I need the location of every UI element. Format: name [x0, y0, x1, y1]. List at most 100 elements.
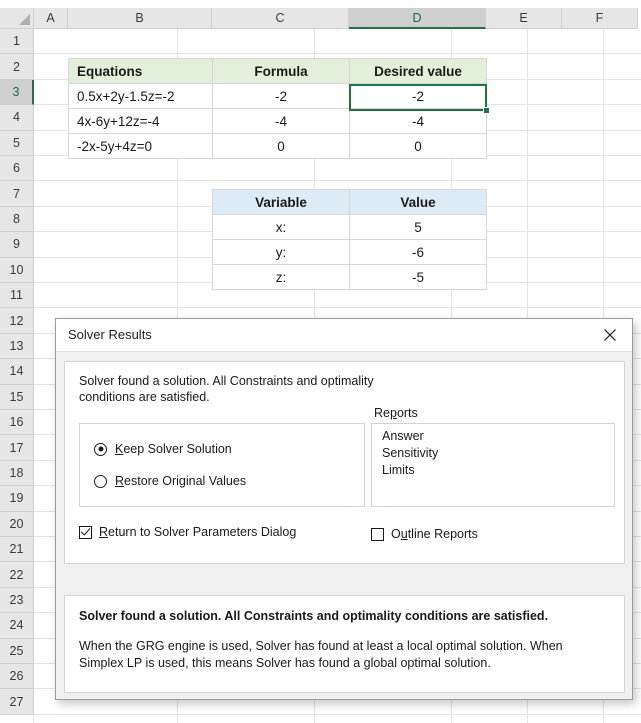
solver-results-dialog: Solver Results Solver found a solution. … — [55, 318, 633, 700]
row-header-27[interactable]: 27 — [0, 689, 34, 715]
radio-restore-original-values[interactable]: Restore Original Values — [94, 474, 246, 488]
variables-cell[interactable]: -5 — [349, 264, 487, 290]
report-list-item[interactable]: Sensitivity — [382, 445, 614, 462]
fill-handle[interactable] — [483, 107, 490, 114]
variables-table: Variable Value x: 5 y: -6 z: -5 — [212, 189, 487, 290]
equations-cell[interactable]: -4 — [349, 108, 487, 134]
row-header-20[interactable]: 20 — [0, 511, 34, 537]
column-header-a[interactable]: A — [34, 8, 68, 29]
equations-cell[interactable]: 0 — [212, 133, 350, 159]
equations-table: Equations Formula Desired value 0.5x+2y-1.5… — [68, 58, 487, 159]
column-header-e[interactable]: E — [486, 8, 562, 29]
table-header-row: Variable Value — [212, 189, 487, 215]
equations-header-cell[interactable]: Desired value — [349, 58, 487, 84]
equations-cell[interactable]: 0 — [349, 133, 487, 159]
row-header-19[interactable]: 19 — [0, 486, 34, 512]
checkbox-indicator — [371, 527, 384, 541]
equations-cell[interactable]: -4 — [212, 108, 350, 134]
solver-status-line2: conditions are satisfied. — [79, 390, 210, 404]
equations-header-cell[interactable]: Equations — [68, 58, 213, 84]
radio-keep-solver-solution-label: Keep Solver Solution — [115, 442, 232, 456]
equations-header-cell[interactable]: Formula — [212, 58, 350, 84]
row-header-25[interactable]: 25 — [0, 638, 34, 664]
equations-cell[interactable]: -2 — [349, 83, 487, 109]
row-header-7[interactable]: 7 — [0, 181, 34, 207]
row-header-13[interactable]: 13 — [0, 333, 34, 360]
column-header-d[interactable]: D — [349, 8, 486, 29]
variables-header-cell[interactable]: Value — [349, 189, 487, 215]
radio-indicator — [94, 474, 107, 488]
row-header-17[interactable]: 17 — [0, 435, 34, 461]
row-header-6[interactable]: 6 — [0, 156, 34, 182]
row-header-10[interactable]: 10 — [0, 257, 34, 283]
close-icon[interactable] — [588, 319, 632, 351]
row-header-18[interactable]: 18 — [0, 460, 34, 487]
row-header-21[interactable]: 21 — [0, 537, 34, 563]
table-row: -2x-5y+4z=0 0 0 — [68, 133, 487, 159]
result-message-panel: Solver found a solution. All Constraints… — [64, 595, 625, 693]
report-list-item[interactable]: Answer — [382, 428, 614, 445]
solver-status-line1: Solver found a solution. All Constraints… — [79, 374, 374, 388]
row-header-4[interactable]: 4 — [0, 105, 34, 131]
row-headers: 1 2 3 4 5 6 7 8 9 10 11 12 13 14 15 16 17 18 19 20 21 22 23 24 2… — [0, 29, 34, 723]
equations-cell[interactable]: -2 — [212, 83, 350, 109]
select-all-triangle-icon — [19, 14, 30, 25]
gridline-horizontal — [34, 307, 641, 309]
row-header-8[interactable]: 8 — [0, 206, 34, 233]
dialog-title: Solver Results — [68, 327, 152, 342]
variables-cell[interactable]: x: — [212, 214, 350, 240]
row-header-9[interactable]: 9 — [0, 232, 34, 258]
equations-cell[interactable]: 4x-6y+12z=-4 — [68, 108, 213, 134]
row-header-1[interactable]: 1 — [0, 29, 34, 55]
report-list-item[interactable]: Limits — [382, 462, 614, 479]
result-message-headline: Solver found a solution. All Constraints… — [79, 609, 549, 623]
variables-cell[interactable]: -6 — [349, 239, 487, 265]
variables-header-cell[interactable]: Variable — [212, 189, 350, 215]
row-header-3[interactable]: 3 — [0, 79, 34, 106]
row-header-16[interactable]: 16 — [0, 410, 34, 436]
table-row: x: 5 — [212, 214, 487, 240]
dialog-main-panel: Solver found a solution. All Constraints… — [64, 361, 625, 564]
row-header-24[interactable]: 24 — [0, 613, 34, 639]
radio-restore-original-values-label: Restore Original Values — [115, 474, 247, 488]
row-header-5[interactable]: 5 — [0, 130, 34, 156]
row-header-22[interactable]: 22 — [0, 562, 34, 588]
reports-listbox[interactable]: Answer Sensitivity Limits — [371, 423, 615, 507]
checkbox-indicator — [79, 525, 92, 539]
row-header-23[interactable]: 23 — [0, 587, 34, 614]
checkbox-return-label: Return to Solver Parameters Dialog — [99, 525, 297, 539]
radio-keep-solver-solution[interactable]: Keep Solver Solution — [94, 442, 232, 456]
row-header-15[interactable]: 15 — [0, 384, 34, 410]
result-message-body: When the GRG engine is used, Solver has … — [79, 639, 563, 670]
radio-indicator — [94, 442, 107, 456]
column-headers: ABCDEF — [34, 8, 641, 29]
table-row: 0.5x+2y-1.5z=-2 -2 -2 — [68, 83, 487, 109]
table-row: y: -6 — [212, 239, 487, 265]
variables-cell[interactable]: y: — [212, 239, 350, 265]
checkbox-return-to-solver-parameters[interactable]: Return to Solver Parameters Dialog — [79, 525, 296, 539]
select-all-corner[interactable] — [0, 8, 34, 29]
row-header-26[interactable]: 26 — [0, 664, 34, 690]
gridline-horizontal — [34, 180, 641, 182]
row-header-12[interactable]: 12 — [0, 308, 34, 334]
equations-cell[interactable]: -2x-5y+4z=0 — [68, 133, 213, 159]
checkbox-outline-reports-label: Outline Reports — [391, 527, 478, 541]
row-header-14[interactable]: 14 — [0, 359, 34, 385]
column-header-b[interactable]: B — [68, 8, 212, 29]
equations-cell[interactable]: 0.5x+2y-1.5z=-2 — [68, 83, 213, 109]
variables-cell[interactable]: z: — [212, 264, 350, 290]
table-row: 4x-6y+12z=-4 -4 -4 — [68, 108, 487, 134]
column-header-c[interactable]: C — [212, 8, 349, 29]
table-row: z: -5 — [212, 264, 487, 290]
row-header-11[interactable]: 11 — [0, 283, 34, 309]
excel-solver-screen: ABCDEF 1 2 3 4 5 6 7 8 9 10 11 12 13 14 15 16 17 18 19 20 21… — [0, 0, 641, 723]
checkbox-outline-reports[interactable]: Outline Reports — [371, 527, 478, 541]
dialog-title-bar: Solver Results — [56, 319, 632, 352]
reports-label: Reports — [374, 406, 418, 420]
row-header-2[interactable]: 2 — [0, 54, 34, 80]
column-header-f[interactable]: F — [562, 8, 638, 29]
gridline-horizontal — [34, 713, 641, 715]
gridline-horizontal — [34, 53, 641, 55]
solver-status-message: Solver found a solution. All Constraints… — [79, 373, 409, 405]
variables-cell[interactable]: 5 — [349, 214, 487, 240]
